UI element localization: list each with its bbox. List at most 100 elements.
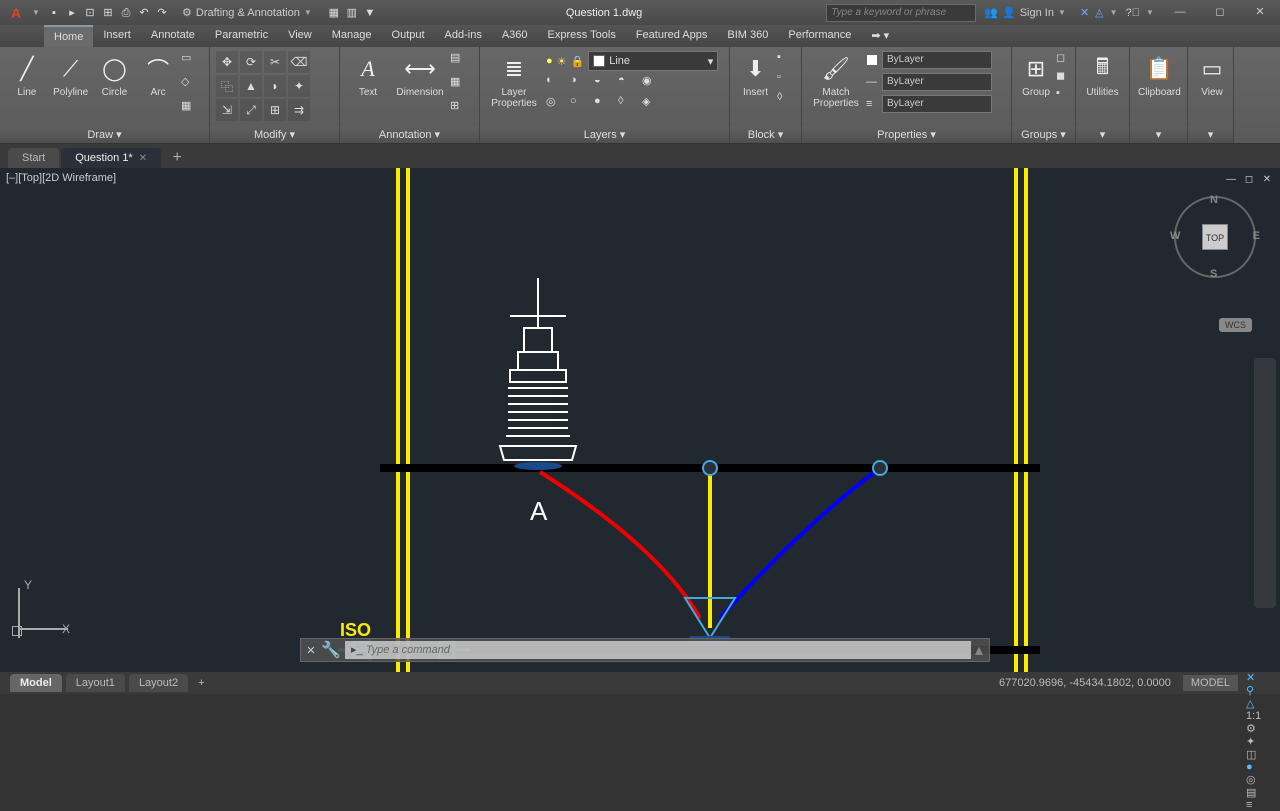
wcs-badge[interactable]: WCS <box>1219 318 1252 332</box>
layer-mini-1[interactable]: ◐ <box>546 74 564 92</box>
tab-view[interactable]: View <box>278 25 322 47</box>
panel-modify-title[interactable]: Modify ▾ <box>210 126 339 143</box>
explode-icon[interactable]: ✦ <box>288 75 310 97</box>
redo-icon[interactable]: ↷ <box>154 5 170 21</box>
vp-minimize-icon[interactable]: — <box>1224 174 1238 188</box>
anno-mini-3[interactable]: ⊞ <box>450 99 472 121</box>
tab-performance[interactable]: Performance <box>778 25 861 47</box>
add-tab-button[interactable]: + <box>167 148 187 168</box>
offset-icon[interactable]: ⇉ <box>288 99 310 121</box>
qat-icon-1[interactable]: ▦ <box>326 5 342 21</box>
line-tool[interactable]: ╱Line <box>6 51 48 100</box>
circle-tool[interactable]: ◯Circle <box>94 51 136 100</box>
new-icon[interactable]: ▪ <box>46 5 62 21</box>
tab-annotate[interactable]: Annotate <box>141 25 205 47</box>
sun-icon[interactable]: ☀ <box>557 55 567 68</box>
vp-maximize-icon[interactable]: ◻ <box>1242 174 1256 188</box>
trim-icon[interactable]: ✂ <box>264 51 286 73</box>
layout-model[interactable]: Model <box>10 674 62 692</box>
panel-layers-title[interactable]: Layers ▾ <box>480 126 729 143</box>
qat-icon-2[interactable]: ▥ <box>344 5 360 21</box>
maximize-button[interactable]: ◻ <box>1200 0 1240 25</box>
saveas-icon[interactable]: ⊞ <box>100 5 116 21</box>
array-icon[interactable]: ⊞ <box>264 99 286 121</box>
start-tab[interactable]: Start <box>8 148 59 168</box>
insert-tool[interactable]: ⬇Insert <box>736 51 775 100</box>
open-icon[interactable]: ▸ <box>64 5 80 21</box>
layer-mini-3[interactable]: ◒ <box>594 74 612 92</box>
tab-a360[interactable]: A360 <box>492 25 538 47</box>
command-input[interactable]: ▸_ Type a command <box>345 641 971 659</box>
minimize-button[interactable]: — <box>1160 0 1200 25</box>
exchange-icon[interactable]: ✕ <box>1080 6 1089 19</box>
close-tab-icon[interactable]: ✕ <box>139 153 147 164</box>
signin-link[interactable]: Sign In <box>1020 7 1054 19</box>
tab-manage[interactable]: Manage <box>322 25 382 47</box>
rotate-icon[interactable]: ⟳ <box>240 51 262 73</box>
layer-mini-7[interactable]: ○ <box>570 95 588 113</box>
anno-mini-1[interactable]: ▤ <box>450 51 472 73</box>
vp-close-icon[interactable]: ✕ <box>1260 174 1274 188</box>
block-mini-3[interactable]: ◊ <box>777 91 795 109</box>
dyn-toggle[interactable]: 1:1 <box>1246 710 1280 722</box>
a360-icon[interactable]: ◬ <box>1095 6 1103 19</box>
layer-mini-5[interactable]: ◉ <box>642 74 660 92</box>
tab-insert[interactable]: Insert <box>93 25 141 47</box>
group-tool[interactable]: ⊞Group <box>1018 51 1054 100</box>
linetype-select[interactable]: ByLayer <box>882 95 992 113</box>
group-mini-2[interactable]: ◼ <box>1056 69 1072 85</box>
layer-mini-4[interactable]: ◓ <box>618 74 636 92</box>
space-toggle[interactable]: MODEL <box>1183 675 1238 691</box>
panel-clipboard-title[interactable]: ▾ <box>1130 126 1187 143</box>
app-menu-dropdown[interactable]: ▼ <box>32 8 42 17</box>
text-tool[interactable]: AText <box>346 51 390 100</box>
viewcube-top[interactable]: TOP <box>1202 224 1228 250</box>
layer-dropdown[interactable]: Line▾ <box>588 51 718 71</box>
block-mini-1[interactable]: ▪ <box>777 51 795 69</box>
layout-2[interactable]: Layout2 <box>129 674 188 692</box>
layer-mini-10[interactable]: ◈ <box>642 95 660 113</box>
group-mini-3[interactable]: ▪ <box>1056 87 1072 103</box>
color-select[interactable]: ByLayer <box>882 51 992 69</box>
viewcube[interactable]: TOP N S E W <box>1170 192 1260 282</box>
gear-toggle[interactable]: ⚙ <box>1246 722 1280 735</box>
scale-icon[interactable]: ⤢ <box>240 99 262 121</box>
copy-icon[interactable]: ⿻ <box>216 75 238 97</box>
navigation-bar[interactable] <box>1254 358 1276 608</box>
color-swatch[interactable] <box>866 54 878 66</box>
undo-icon[interactable]: ↶ <box>136 5 152 21</box>
anno-mini-2[interactable]: ▦ <box>450 75 472 97</box>
workspace-toggle[interactable]: ✦ <box>1246 735 1280 748</box>
mirror-icon[interactable]: ▲ <box>240 75 262 97</box>
panel-groups-title[interactable]: Groups ▾ <box>1012 126 1075 143</box>
panel-block-title[interactable]: Block ▾ <box>730 126 801 143</box>
stretch-icon[interactable]: ⇲ <box>216 99 238 121</box>
infocenter-icon[interactable]: 👥 <box>984 6 998 19</box>
tab-express[interactable]: Express Tools <box>538 25 626 47</box>
tab-bim360[interactable]: BIM 360 <box>717 25 778 47</box>
panel-view-title[interactable]: ▾ <box>1188 126 1233 143</box>
cmdline-close-icon[interactable]: ✕ <box>301 644 321 657</box>
lineweight-select[interactable]: ByLayer <box>882 73 992 91</box>
draw-mini-2[interactable]: ◇ <box>181 75 203 97</box>
cmdline-history-icon[interactable]: ▴ <box>975 640 989 660</box>
draw-mini-1[interactable]: ▭ <box>181 51 203 73</box>
viewcube-n[interactable]: N <box>1210 194 1218 206</box>
workspace-switcher[interactable]: ⚙ Drafting & Annotation ▼ <box>174 6 322 19</box>
layer-mini-9[interactable]: ◊ <box>618 95 636 113</box>
hardware-toggle[interactable]: ● <box>1246 761 1280 773</box>
tab-home[interactable]: Home <box>44 25 93 47</box>
drawing-canvas[interactable]: [–][Top][2D Wireframe] — ◻ ✕ <box>0 168 1280 672</box>
tab-addins[interactable]: Add-ins <box>435 25 492 47</box>
panel-draw-title[interactable]: Draw ▾ <box>0 126 209 143</box>
viewcube-w[interactable]: W <box>1170 230 1180 242</box>
viewcube-s[interactable]: S <box>1210 268 1217 280</box>
fillet-icon[interactable]: ◗ <box>264 75 286 97</box>
layer-properties-tool[interactable]: ≣Layer Properties <box>486 51 542 111</box>
add-layout-button[interactable]: + <box>192 677 210 689</box>
match-properties-tool[interactable]: 🖌Match Properties <box>808 51 864 111</box>
viewport-label[interactable]: [–][Top][2D Wireframe] <box>6 172 116 184</box>
block-mini-2[interactable]: ▫ <box>777 71 795 89</box>
help-icon[interactable]: ?⃝ <box>1126 7 1140 19</box>
3d-toggle[interactable]: △ <box>1246 697 1280 710</box>
